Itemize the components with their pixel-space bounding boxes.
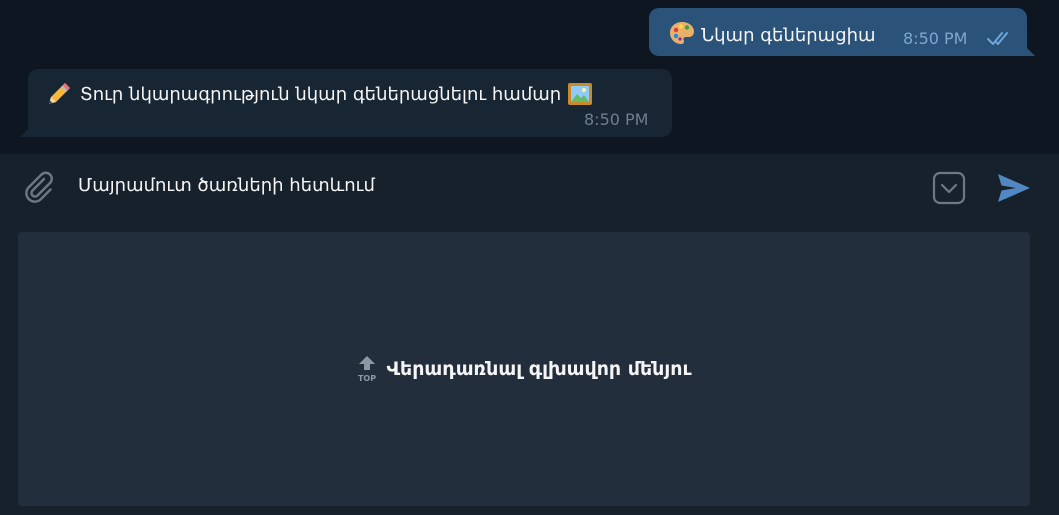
double-check-icon [987, 32, 1008, 45]
incoming-message[interactable]: Տուր նկարագրություն նկար գեներացնելու հա… [20, 69, 672, 137]
chat-history: Նկար գեներացիա 8:50 PM Տուր նկարագրությո… [0, 0, 1059, 153]
incoming-message-text: Տուր նկարագրություն նկար գեներացնելու հա… [80, 83, 562, 105]
send-icon[interactable] [996, 171, 1032, 205]
message-composer: Մայրամուտ ծառների հետևում TOP Վերադառնալ… [0, 153, 1059, 515]
message-text: Տուր նկարագրություն նկար գեներացնելու հա… [46, 81, 593, 107]
paperclip-icon[interactable] [22, 170, 56, 206]
keyboard-toggle-icon[interactable] [932, 171, 966, 205]
message-time: 8:50 PM [903, 29, 968, 48]
back-to-main-menu-label: Վերադառնալ գլխավոր մենյու [386, 358, 692, 380]
top-arrow-icon: TOP [358, 356, 377, 383]
pencil-emoji [49, 83, 70, 104]
message-text: Նկար գեներացիա [669, 20, 876, 46]
reply-keyboard: TOP Վերադառնալ գլխավոր մենյու [18, 232, 1030, 506]
svg-text:TOP: TOP [358, 374, 376, 383]
palette-emoji [670, 22, 694, 44]
bubble-tail [20, 127, 30, 137]
message-time: 8:50 PM [584, 110, 649, 129]
bubble-tail [1025, 46, 1035, 56]
outgoing-message[interactable]: Նկար գեներացիա 8:50 PM [649, 8, 1035, 56]
message-input[interactable]: Մայրամուտ ծառների հետևում [78, 175, 375, 196]
back-to-main-menu-button[interactable]: TOP Վերադառնալ գլխավոր մենյու [18, 232, 1030, 506]
outgoing-message-text: Նկար գեներացիա [701, 25, 876, 46]
framed-picture-emoji [568, 83, 593, 105]
